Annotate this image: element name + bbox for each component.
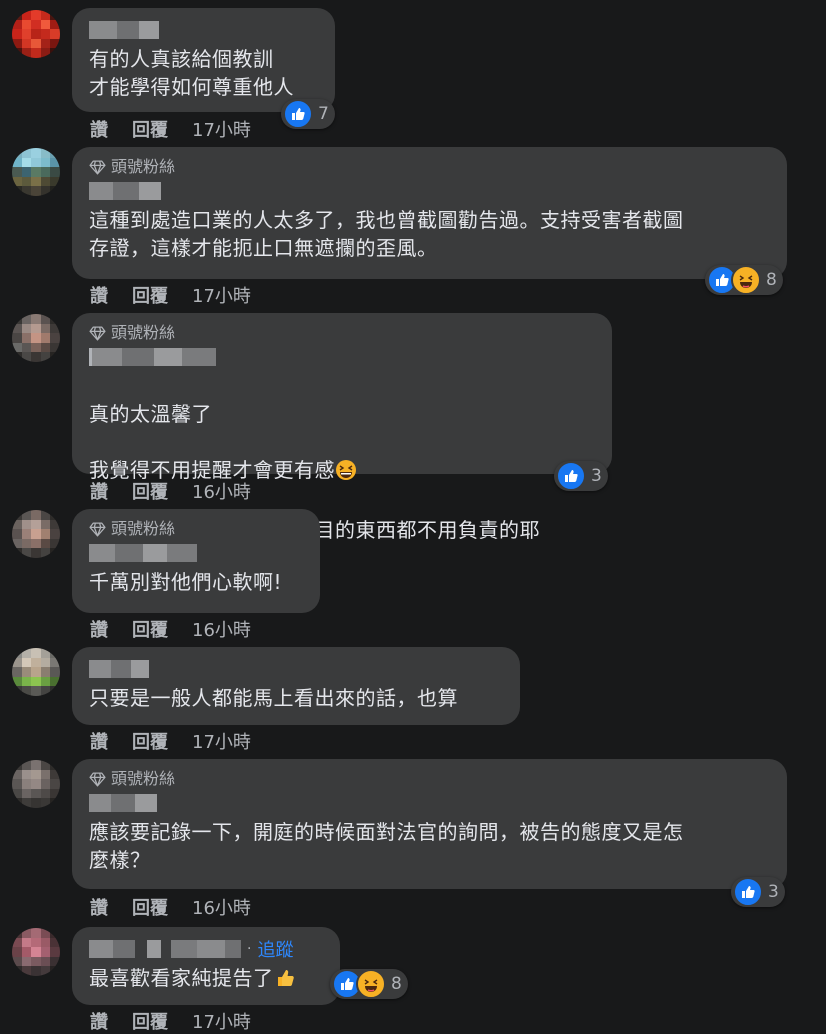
timestamp[interactable]: 17小時 (192, 1008, 251, 1034)
comment-text: 應該要記錄一下，開庭的時候面對法官的詢問，被告的態度又是怎 麼樣？ (89, 820, 684, 872)
comment-actions: 讚 回覆 17小時 (90, 1008, 251, 1034)
like-reaction-icon (733, 877, 763, 907)
like-link[interactable]: 讚 (90, 894, 108, 920)
reaction-summary[interactable]: 8 (330, 969, 408, 999)
reaction-count: 3 (591, 466, 602, 486)
avatar[interactable] (12, 314, 60, 362)
like-reaction-icon (283, 99, 313, 129)
like-link[interactable]: 讚 (90, 282, 108, 308)
commenter-name[interactable] (89, 346, 596, 368)
timestamp[interactable]: 16小時 (192, 616, 251, 642)
reaction-summary[interactable]: 3 (731, 877, 785, 907)
reply-link[interactable]: 回覆 (132, 1008, 168, 1034)
reaction-count: 8 (391, 974, 402, 994)
badge-label: 頭號粉絲 (111, 323, 176, 342)
follow-button[interactable]: 追蹤 (257, 936, 293, 962)
comment-actions: 讚 回覆 16小時 (90, 616, 251, 642)
timestamp[interactable]: 16小時 (192, 894, 251, 920)
commenter-name[interactable] (89, 792, 771, 814)
haha-reaction-icon (356, 969, 386, 999)
diamond-icon (89, 771, 106, 787)
top-fan-badge: 頭號粉絲 (89, 322, 596, 344)
comment-bubble: 只要是一般人都能馬上看出來的話，也算 (72, 647, 520, 725)
reply-link[interactable]: 回覆 (132, 282, 168, 308)
reply-link[interactable]: 回覆 (132, 894, 168, 920)
commenter-name[interactable] (89, 180, 771, 202)
reply-link[interactable]: 回覆 (132, 616, 168, 642)
comment-bubble: 有的人真該給個教訓 才能學得如何尊重他人 (72, 8, 335, 112)
comment-actions: 讚 回覆 17小時 (90, 728, 251, 754)
comment-actions: 讚 回覆 16小時 (90, 478, 251, 504)
like-reaction-icon (556, 461, 586, 491)
badge-label: 頭號粉絲 (111, 769, 176, 788)
reply-link[interactable]: 回覆 (132, 728, 168, 754)
like-link[interactable]: 讚 (90, 616, 108, 642)
reply-link[interactable]: 回覆 (132, 478, 168, 504)
commenter-name: · 追蹤 (89, 936, 324, 962)
reply-link[interactable]: 回覆 (132, 116, 168, 142)
top-fan-badge: 頭號粉絲 (89, 768, 771, 790)
diamond-icon (89, 521, 106, 537)
reaction-summary[interactable]: 8 (705, 265, 783, 295)
avatar[interactable] (12, 510, 60, 558)
thumbs-up-icon (274, 967, 296, 996)
timestamp[interactable]: 17小時 (192, 116, 251, 142)
reaction-count: 7 (318, 104, 329, 124)
top-fan-badge: 頭號粉絲 (89, 156, 771, 178)
badge-label: 頭號粉絲 (111, 157, 176, 176)
avatar[interactable] (12, 648, 60, 696)
avatar[interactable] (12, 928, 60, 976)
comment-bubble: 頭號粉絲 這種到處造口業的人太多了，我也曾截圖勸告過。支持受害者截圖 存證，這樣… (72, 147, 787, 279)
diamond-icon (89, 325, 106, 341)
like-link[interactable]: 讚 (90, 1008, 108, 1034)
comment-text: 有的人真該給個教訓 才能學得如何尊重他人 (89, 47, 294, 99)
avatar[interactable] (12, 10, 60, 58)
like-link[interactable]: 讚 (90, 116, 108, 142)
comment-bubble: 頭號粉絲 千萬別對他們心軟啊! (72, 509, 320, 613)
reaction-summary[interactable]: 7 (281, 99, 335, 129)
comment-bubble: 頭號粉絲 真的太溫馨了 我覺得不用提醒才會更有感 要不然以為寫這種不堪入目的東西… (72, 313, 612, 542)
comment-text: 千萬別對他們心軟啊! (89, 570, 283, 594)
reaction-count: 3 (768, 882, 779, 902)
commenter-name[interactable] (89, 658, 504, 680)
top-fan-badge: 頭號粉絲 (89, 518, 304, 540)
like-link[interactable]: 讚 (90, 478, 108, 504)
timestamp[interactable]: 17小時 (192, 282, 251, 308)
comment-actions: 讚 回覆 17小時 (90, 116, 251, 142)
reaction-count: 8 (766, 270, 777, 290)
comment-text: 這種到處造口業的人太多了，我也曾截圖勸告過。支持受害者截圖 存證，這樣才能扼止口… (89, 208, 684, 260)
comment-actions: 讚 回覆 17小時 (90, 282, 251, 308)
avatar[interactable] (12, 760, 60, 808)
comment-bubble: · 追蹤 最喜歡看家純提告了 (72, 927, 340, 1005)
commenter-name[interactable] (89, 19, 319, 41)
haha-reaction-icon (731, 265, 761, 295)
commenter-name[interactable] (89, 542, 304, 564)
reaction-summary[interactable]: 3 (554, 461, 608, 491)
avatar[interactable] (12, 148, 60, 196)
comment-actions: 讚 回覆 16小時 (90, 894, 251, 920)
comment-bubble: 頭號粉絲 應該要記錄一下，開庭的時候面對法官的詢問，被告的態度又是怎 麼樣？ (72, 759, 787, 889)
badge-label: 頭號粉絲 (111, 519, 176, 538)
diamond-icon (89, 159, 106, 175)
comment-text: 最喜歡看家純提告了 (89, 964, 324, 996)
timestamp[interactable]: 17小時 (192, 728, 251, 754)
grinning-squinting-face-icon (335, 459, 357, 488)
like-link[interactable]: 讚 (90, 728, 108, 754)
comment-text: 只要是一般人都能馬上看出來的話，也算 (89, 686, 458, 710)
timestamp[interactable]: 16小時 (192, 478, 251, 504)
